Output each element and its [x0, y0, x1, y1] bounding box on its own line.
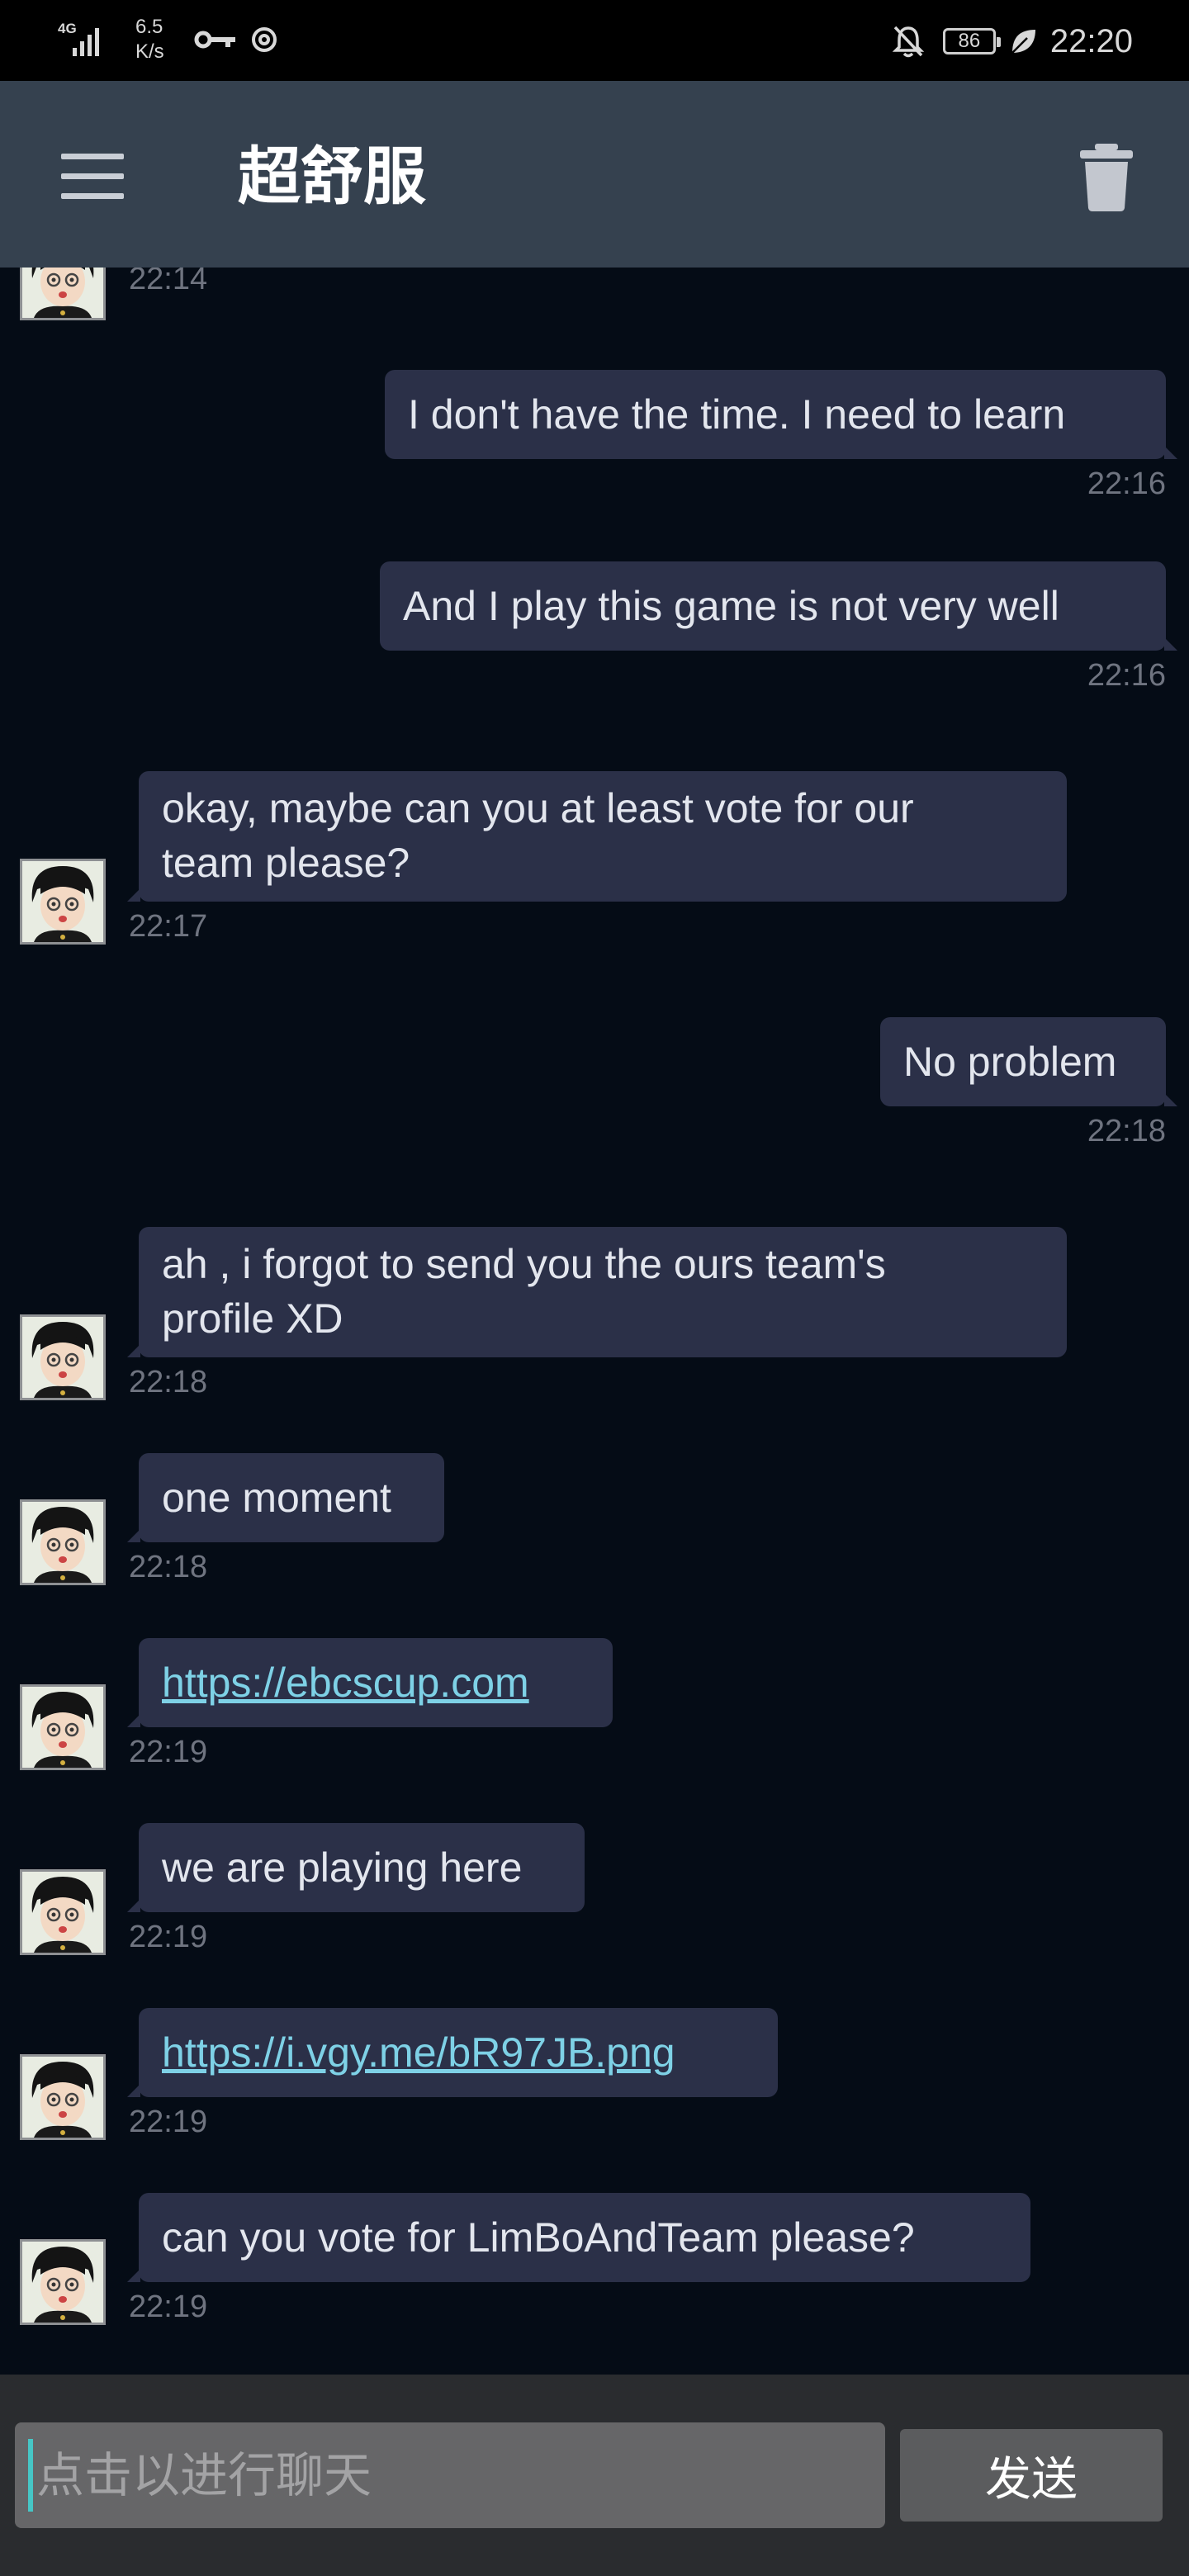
avatar[interactable]: [20, 2239, 106, 2325]
message-text: one moment: [162, 1475, 391, 1521]
message-time: 22:17: [129, 909, 208, 944]
speed-unit: K/s: [135, 40, 164, 63]
message-bubble-incoming[interactable]: one moment: [127, 1453, 444, 1542]
composer-bar: 发送: [0, 2375, 1189, 2576]
avatar-image: [22, 2242, 103, 2323]
chat-title: 超舒服: [238, 142, 426, 212]
avatar-image: [22, 861, 103, 942]
message-bubble-outgoing[interactable]: I don't have the time. I need to learn: [385, 370, 1177, 459]
message-bubble-outgoing[interactable]: No problem: [880, 1017, 1177, 1106]
message-bubble-incoming[interactable]: ah , i forgot to send you the ours team'…: [127, 1227, 1067, 1357]
message-text-line: okay, maybe can you at least vote for ou…: [162, 785, 914, 831]
avatar[interactable]: [20, 1684, 106, 1770]
status-bar: 4G 6.5 K/s 86 22:20: [0, 0, 1189, 81]
message-time: 22:18: [129, 1550, 208, 1584]
message-text: And I play this game is not very well: [403, 583, 1059, 629]
message-bubble-incoming[interactable]: https://ebcscup.com: [127, 1638, 613, 1727]
avatar-image: [22, 1687, 103, 1768]
leaf-icon: [1011, 30, 1035, 54]
avatar[interactable]: [20, 1314, 106, 1400]
status-left: 4G 6.5 K/s: [58, 15, 278, 64]
chat-input[interactable]: [15, 2422, 885, 2528]
message-text: I don't have the time. I need to learn: [408, 391, 1066, 438]
speed-value: 6.5: [135, 16, 163, 38]
avatar[interactable]: [20, 268, 106, 320]
avatar[interactable]: [20, 1499, 106, 1585]
message-text-line: profile XD: [162, 1295, 343, 1342]
avatar[interactable]: [20, 1869, 106, 1955]
message-bubble-incoming[interactable]: okay, maybe can you at least vote for ou…: [127, 771, 1067, 902]
message-bubble-incoming[interactable]: https://i.vgy.me/bR97JB.png: [127, 2008, 778, 2097]
message-time: 22:19: [129, 1735, 208, 1769]
message-link[interactable]: https://ebcscup.com: [162, 1660, 529, 1706]
avatar-image: [22, 1502, 103, 1583]
avatar-image: [22, 2057, 103, 2138]
avatar-image: [22, 1317, 103, 1398]
message-text-line: ah , i forgot to send you the ours team'…: [162, 1241, 886, 1287]
message-time: 22:18: [129, 1365, 208, 1399]
message-bubble-incoming[interactable]: we are playing here: [127, 1823, 585, 1912]
app-bar: 超舒服: [0, 81, 1189, 268]
message-time: 22:19: [129, 1920, 208, 1954]
message-text: No problem: [903, 1039, 1117, 1085]
text-caret: [28, 2439, 33, 2512]
status-time: 22:20: [1049, 22, 1133, 59]
battery-icon: 86: [942, 28, 1001, 54]
trash-icon[interactable]: [1077, 144, 1136, 211]
network-speed: 6.5 K/s: [135, 15, 164, 64]
message-time: 22:19: [129, 2105, 208, 2139]
send-button[interactable]: 发送: [900, 2429, 1163, 2522]
hamburger-menu-icon[interactable]: [61, 154, 124, 200]
avatar-image: [22, 1872, 103, 1953]
key-icon: [194, 31, 235, 49]
message-time: 22:18: [1087, 1114, 1166, 1148]
message-text: can you vote for LimBoAndTeam please?: [162, 2214, 915, 2261]
message-bubble-incoming[interactable]: can you vote for LimBoAndTeam please?: [127, 2193, 1030, 2282]
bell-off-icon: [892, 26, 925, 58]
message-time: 22:16: [1087, 466, 1166, 501]
message-link[interactable]: https://i.vgy.me/bR97JB.png: [162, 2029, 675, 2076]
message-time: 22:14: [129, 268, 208, 296]
message-time: 22:16: [1087, 658, 1166, 693]
message-bubble-outgoing[interactable]: And I play this game is not very well: [380, 561, 1177, 651]
status-right: 86 22:20: [892, 18, 1133, 64]
message-time: 22:19: [129, 2290, 208, 2324]
signal-icon: 4G: [58, 17, 116, 63]
message-text: we are playing here: [162, 1844, 523, 1891]
avatar[interactable]: [20, 859, 106, 945]
avatar-image: [22, 268, 103, 318]
sync-icon: [251, 27, 277, 52]
message-text-line: team please?: [162, 840, 410, 886]
message-list[interactable]: 22:14 I don't have the time. I need to l…: [0, 268, 1189, 2373]
avatar[interactable]: [20, 2054, 106, 2140]
